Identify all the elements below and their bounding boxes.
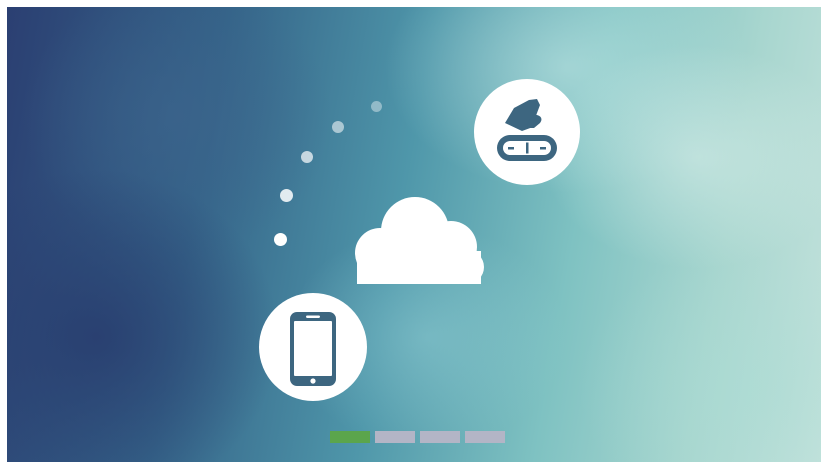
progress-step-2 bbox=[375, 431, 415, 443]
step-progress-indicator bbox=[330, 431, 505, 443]
smartphone-icon bbox=[290, 312, 336, 386]
robot-vacuum-icon bbox=[497, 99, 557, 161]
connection-dot bbox=[280, 189, 293, 202]
cloud-icon bbox=[355, 197, 484, 284]
phone-device-circle bbox=[259, 293, 367, 401]
onboarding-screen bbox=[7, 7, 821, 462]
connection-dot bbox=[371, 101, 382, 112]
connection-dot bbox=[301, 151, 313, 163]
app-window bbox=[0, 0, 828, 469]
progress-step-1 bbox=[330, 431, 370, 443]
progress-step-4 bbox=[465, 431, 505, 443]
robot-device-circle bbox=[474, 79, 580, 185]
progress-step-3 bbox=[420, 431, 460, 443]
connection-dot bbox=[332, 121, 344, 133]
connection-dot bbox=[274, 233, 287, 246]
